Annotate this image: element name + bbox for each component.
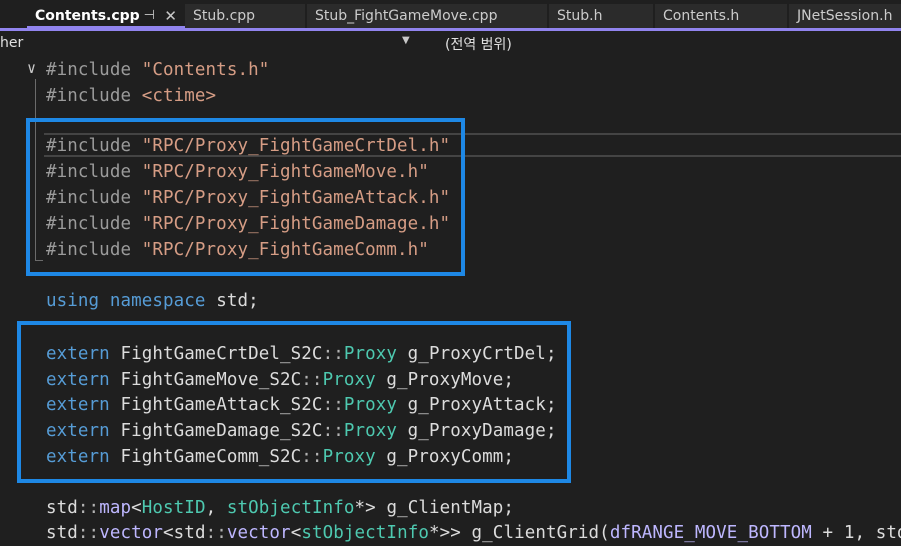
tab-label: Stub_FightGameMove.cpp xyxy=(315,8,498,24)
close-icon[interactable]: ✕ xyxy=(164,4,177,26)
tab-stub-cpp[interactable]: Stub.cpp xyxy=(185,4,305,28)
tab-stub-h[interactable]: Stub.h xyxy=(549,4,653,28)
code-line-19: std::vector<std::vector<stObjectInfo*>> … xyxy=(46,523,901,543)
code-line-18: std::map<HostID, stObjectInfo*> g_Client… xyxy=(46,498,515,518)
highlight-box-includes xyxy=(26,118,465,276)
tab-stub-fightgamemove-cpp[interactable]: Stub_FightGameMove.cpp xyxy=(307,4,547,28)
navigation-bar: her ▼ (전역 범위) xyxy=(0,31,901,58)
tab-label: Contents.h xyxy=(663,8,740,24)
tab-jnetsession-h[interactable]: JNetSession.h xyxy=(789,4,901,28)
code-editor[interactable]: ∨ #include "Contents.h" #include <ctime>… xyxy=(0,57,901,543)
scope-dropdown[interactable]: (전역 범위) xyxy=(445,34,512,54)
collapse-chevron-icon[interactable]: ∨ xyxy=(27,59,36,77)
tab-label: JNetSession.h xyxy=(797,8,893,24)
tab-label: Contents.cpp xyxy=(35,8,140,24)
pin-icon[interactable]: ⊣ xyxy=(144,4,155,26)
code-line-1: #include "Contents.h" xyxy=(46,60,270,80)
project-dropdown[interactable]: her xyxy=(0,35,23,51)
chevron-down-icon[interactable]: ▼ xyxy=(402,35,410,46)
tab-label: Stub.h xyxy=(557,8,603,24)
tab-contents-cpp[interactable]: Contents.cpp ⊣ ✕ xyxy=(27,4,185,28)
highlight-box-externs xyxy=(17,321,571,483)
tab-label: Stub.cpp xyxy=(193,8,256,24)
code-line-2: #include <ctime> xyxy=(46,86,217,106)
code-line-10: using namespace std; xyxy=(46,291,259,311)
document-tab-bar: Contents.cpp ⊣ ✕ Stub.cpp Stub_FightGame… xyxy=(0,0,901,30)
tab-contents-h[interactable]: Contents.h xyxy=(655,4,787,28)
